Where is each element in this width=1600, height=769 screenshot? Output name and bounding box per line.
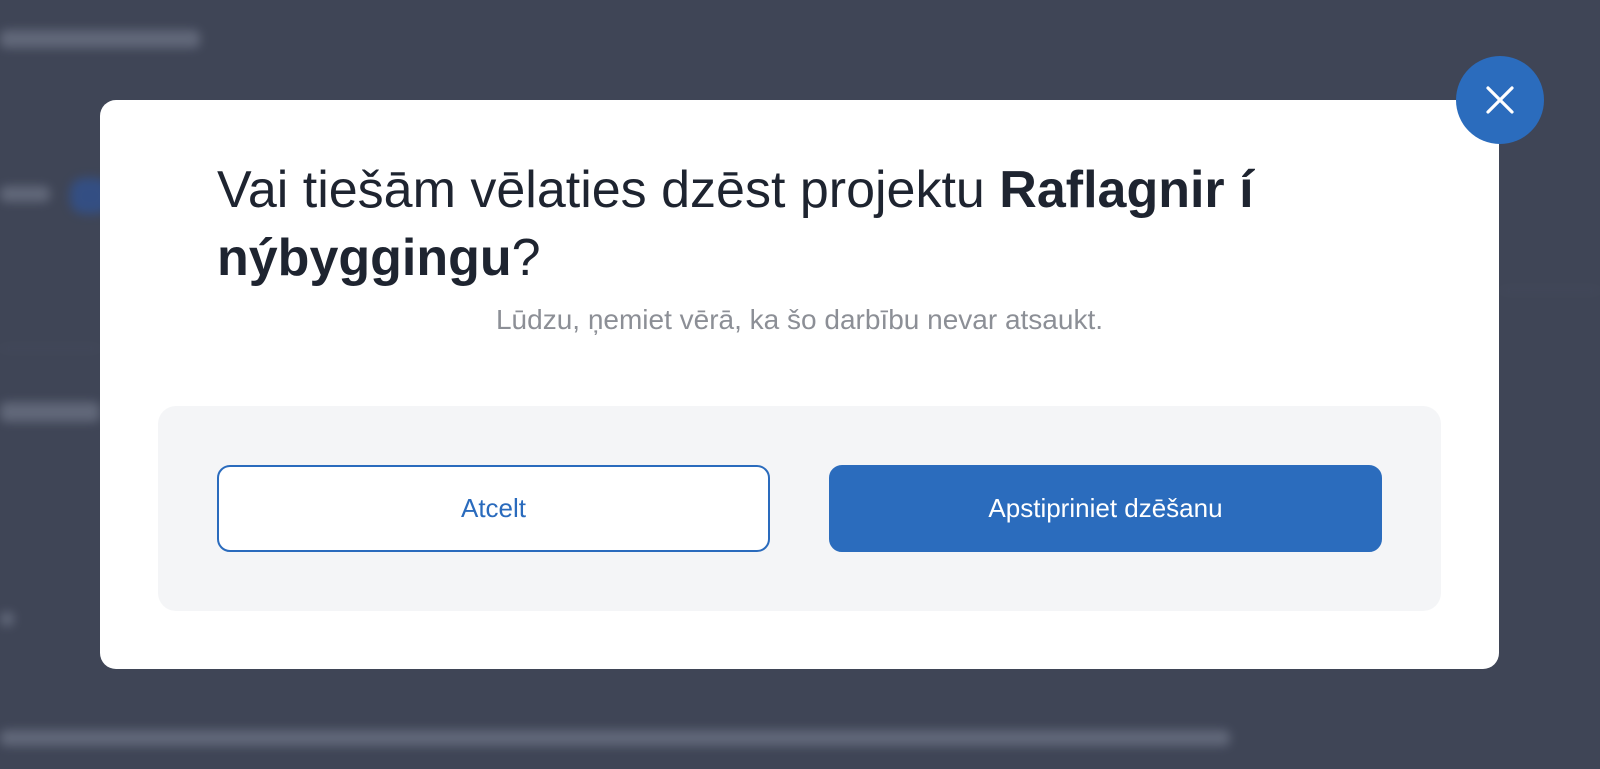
background-divider — [0, 348, 100, 349]
dialog-title-suffix: ? — [511, 229, 541, 287]
background-text — [0, 612, 14, 626]
background-divider — [1500, 290, 1600, 291]
close-icon — [1486, 86, 1514, 114]
close-dialog-button[interactable] — [1456, 56, 1544, 144]
delete-project-dialog: Vai tiešām vēlaties dzēst projektu Rafla… — [100, 100, 1499, 669]
background-text — [0, 30, 200, 48]
background-text — [0, 730, 1230, 746]
dialog-title-prefix: Vai tiešām vēlaties dzēst projektu — [217, 161, 1000, 219]
background-text — [0, 186, 50, 202]
dialog-warning-text: Lūdzu, ņemiet vērā, ka šo darbību nevar … — [495, 304, 1104, 335]
background-text — [0, 402, 100, 422]
dialog-title: Vai tiešām vēlaties dzēst projektu Rafla… — [217, 156, 1367, 292]
cancel-button[interactable]: Atcelt — [217, 465, 770, 552]
confirm-delete-button[interactable]: Apstipriniet dzēšanu — [829, 465, 1382, 552]
dialog-actions: Atcelt Apstipriniet dzēšanu — [158, 406, 1441, 611]
